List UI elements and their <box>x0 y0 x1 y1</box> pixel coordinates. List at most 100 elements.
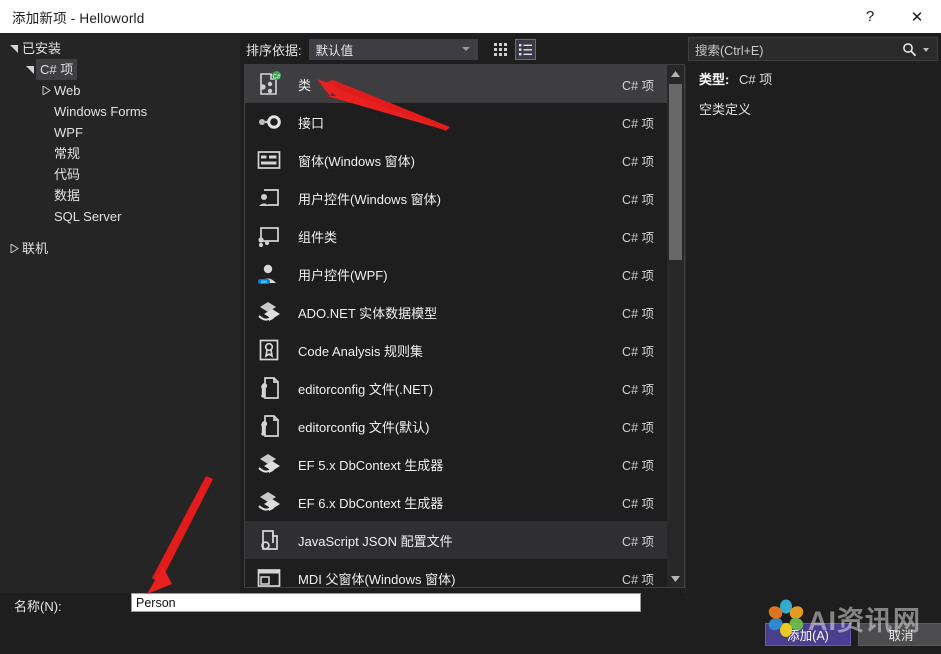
template-list[interactable]: C# 类 C# 项接口 C# 项窗体(Windows 窗体) C# 项用户控件(Wind… <box>245 65 668 587</box>
tree-item-6[interactable]: 代码 <box>0 164 240 185</box>
detail-type-row: 类型: C# 项 <box>699 66 941 93</box>
scroll-up-icon[interactable] <box>667 65 684 82</box>
template-list-container: C# 类 C# 项接口 C# 项窗体(Windows 窗体) C# 项用户控件(Wind… <box>244 64 685 588</box>
chevron-right-icon[interactable] <box>6 244 22 253</box>
list-item[interactable]: MDI 父窗体(Windows 窗体) C# 项 <box>245 559 668 587</box>
list-item[interactable]: 窗体(Windows 窗体) C# 项 <box>245 141 668 179</box>
template-panel: 排序依据: 默认值 C# 类 C# 项 接口 C# 项 窗体(Windows 窗… <box>240 33 685 593</box>
tree-item-8[interactable]: SQL Server <box>0 206 240 227</box>
list-item-name: editorconfig 文件(.NET) <box>298 381 434 397</box>
user-control-icon <box>252 185 286 211</box>
list-item-type: C# 项 <box>622 496 654 511</box>
list-item-name: JavaScript JSON 配置文件 <box>298 533 453 549</box>
list-item-type: C# 项 <box>622 78 654 93</box>
add-button-label: 添加(A) <box>787 629 829 643</box>
list-view-icon[interactable] <box>514 38 536 60</box>
list-item[interactable]: 用户控件(WPF) C# 项 <box>245 255 668 293</box>
category-tree: 已安装 C# 项 Web Windows Forms WPF 常规代码数据 SQL Serv… <box>0 33 240 593</box>
list-item[interactable]: EF 6.x DbContext 生成器 C# 项 <box>245 483 668 521</box>
list-item[interactable]: 组件类 C# 项 <box>245 217 668 255</box>
add-button[interactable]: 添加(A) <box>765 623 851 646</box>
search-input[interactable]: 搜索(Ctrl+E) <box>688 37 938 61</box>
sort-value: 默认值 <box>315 43 354 58</box>
list-item[interactable]: C# 类 C# 项 <box>245 65 668 103</box>
name-label: 名称(N): <box>14 599 62 614</box>
list-item-name: EF 5.x DbContext 生成器 <box>298 457 444 473</box>
sort-dropdown[interactable]: 默认值 <box>308 38 478 60</box>
list-item[interactable]: editorconfig 文件(.NET) C# 项 <box>245 369 668 407</box>
tree-item-3[interactable]: Windows Forms <box>0 101 240 122</box>
list-item-type: C# 项 <box>622 192 654 207</box>
list-item-type: C# 项 <box>622 420 654 435</box>
list-item-type: C# 项 <box>622 230 654 245</box>
scroll-down-icon[interactable] <box>667 570 684 587</box>
list-item[interactable]: ADO.NET 实体数据模型 C# 项 <box>245 293 668 331</box>
dialog-body: 已安装 C# 项 Web Windows Forms WPF 常规 代码 数据 SQL Serv… <box>0 33 941 593</box>
list-scrollbar[interactable] <box>667 65 684 587</box>
search-dropdown-icon[interactable] <box>923 48 929 52</box>
tree-item-label: 数据 <box>54 188 81 203</box>
tree-item-7[interactable]: 数据 <box>0 185 240 206</box>
list-item[interactable]: 接口 C# 项 <box>245 103 668 141</box>
list-item[interactable]: 用户控件(Windows 窗体) C# 项 <box>245 179 668 217</box>
list-item[interactable]: JavaScript JSON 配置文件 C# 项 <box>245 521 668 559</box>
tree-item-0[interactable]: 已安装 <box>0 38 240 59</box>
list-item-name: 接口 <box>298 115 325 131</box>
tree-gap <box>0 227 240 238</box>
chevron-down-icon <box>461 46 470 51</box>
list-item[interactable]: EF 5.x DbContext 生成器 C# 项 <box>245 445 668 483</box>
list-item-type: C# 项 <box>622 534 654 549</box>
cancel-button[interactable]: 取消 <box>858 623 941 646</box>
chevron-right-icon[interactable] <box>38 86 54 95</box>
tree-item-label: WPF <box>54 125 83 140</box>
tree-item-label: SQL Server <box>54 209 122 224</box>
details-panel: 搜索(Ctrl+E) 类型: C# 项 空类定义 <box>685 33 941 593</box>
svg-text:C#: C# <box>273 74 281 80</box>
list-item-name: editorconfig 文件(默认) <box>298 419 430 435</box>
list-item-type: C# 项 <box>622 344 654 359</box>
sort-toolbar: 排序依据: 默认值 <box>240 33 685 65</box>
list-item-type: C# 项 <box>622 458 654 473</box>
list-item-type: C# 项 <box>622 154 654 169</box>
dialog-title: 添加新项 - Helloworld <box>12 10 145 26</box>
chevron-down-icon[interactable] <box>6 44 22 53</box>
list-item-name: 窗体(Windows 窗体) <box>298 153 416 169</box>
tree-item-5[interactable]: 常规 <box>0 143 240 164</box>
tree-item-label: 代码 <box>54 167 81 182</box>
list-item-name: 用户控件(WPF) <box>298 267 388 283</box>
tree-item-label: Windows Forms <box>54 104 148 119</box>
scrollbar-thumb[interactable] <box>669 84 682 260</box>
list-item-name: Code Analysis 规则集 <box>298 343 423 359</box>
list-item-name: 组件类 <box>298 229 338 245</box>
tree-item-1[interactable]: C# 项 <box>0 59 240 80</box>
detail-type-label: 类型: <box>699 72 730 87</box>
form-icon <box>252 147 286 173</box>
interface-icon <box>252 109 286 135</box>
add-new-item-dialog: 添加新项 - Helloworld ? ✕ 已安装 C# 项 Web Windows … <box>0 0 941 654</box>
list-item-type: C# 项 <box>622 268 654 283</box>
search-icon <box>902 42 917 62</box>
name-input-value: Person <box>136 595 176 610</box>
list-item[interactable]: editorconfig 文件(默认) C# 项 <box>245 407 668 445</box>
class-icon: C# <box>252 71 286 97</box>
list-item-type: C# 项 <box>622 116 654 131</box>
close-icon[interactable]: ✕ <box>893 0 941 33</box>
template-details: 类型: C# 项 空类定义 <box>685 66 941 118</box>
dbcontext-icon <box>252 489 286 515</box>
list-item-name: ADO.NET 实体数据模型 <box>298 305 438 321</box>
mdi-parent-form-icon <box>252 565 286 587</box>
scrollbar-track[interactable] <box>667 82 684 570</box>
ruleset-icon <box>252 337 286 363</box>
title-bar: 添加新项 - Helloworld ? ✕ <box>0 0 941 33</box>
grid-view-icon[interactable] <box>490 39 511 60</box>
tree-item-label: 已安装 <box>22 41 62 56</box>
tree-item-2[interactable]: Web <box>0 80 240 101</box>
help-icon[interactable]: ? <box>847 0 893 33</box>
entity-model-icon <box>252 299 286 325</box>
name-input[interactable]: Person <box>131 593 641 612</box>
list-item[interactable]: Code Analysis 规则集 C# 项 <box>245 331 668 369</box>
tree-item-9[interactable]: 联机 <box>0 238 240 259</box>
tree-item-4[interactable]: WPF <box>0 122 240 143</box>
sort-label: 排序依据: <box>246 42 302 58</box>
window-controls: ? ✕ <box>847 0 941 33</box>
